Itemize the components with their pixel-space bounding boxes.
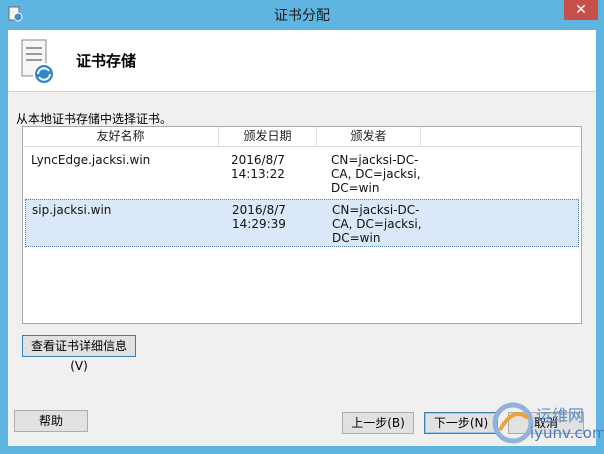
cell-issuer-line: DC=win xyxy=(331,181,380,195)
watermark-url: iyunv.com xyxy=(530,424,604,442)
dialog-window: 证书分配 ✕ 证书存储 从本地证书存储中选择证书。 友好名称 颁发日期 颁发者 xyxy=(0,0,604,454)
cell-date: 2016/8/7 xyxy=(232,203,286,217)
cell-issuer: CN=jacksi-DC- CA, DC=jacksi, DC=win xyxy=(331,153,421,195)
cell-issuer-line: CN=jacksi-DC- xyxy=(332,203,420,217)
cell-issue-date: 2016/8/7 14:29:39 xyxy=(232,203,286,231)
back-button[interactable]: 上一步(B) xyxy=(342,412,414,434)
title-bar[interactable]: 证书分配 ✕ xyxy=(0,0,604,30)
view-certificate-details-button[interactable]: 查看证书详细信息(V) xyxy=(22,335,136,373)
certificate-store-icon xyxy=(21,39,55,85)
column-header-issue-date[interactable]: 颁发日期 xyxy=(219,127,317,147)
list-header: 友好名称 颁发日期 颁发者 xyxy=(23,127,581,147)
window-title: 证书分配 xyxy=(274,8,330,24)
cell-time: 14:29:39 xyxy=(232,217,286,231)
cell-time: 14:13:22 xyxy=(231,167,285,181)
cell-issuer-line: CN=jacksi-DC- xyxy=(331,153,419,167)
table-row[interactable]: LyncEdge.jacksi.win 2016/8/7 14:13:22 CN… xyxy=(25,149,579,197)
header-title: 证书存储 xyxy=(76,52,137,70)
watermark: 运维网 iyunv.com xyxy=(490,400,604,450)
header-panel: 证书存储 xyxy=(8,30,596,92)
cell-issue-date: 2016/8/7 14:13:22 xyxy=(231,153,285,181)
cell-issuer: CN=jacksi-DC- CA, DC=jacksi, DC=win xyxy=(332,203,422,245)
cell-friendly-name: LyncEdge.jacksi.win xyxy=(31,153,151,167)
column-header-friendly-name[interactable]: 友好名称 xyxy=(23,127,219,147)
cell-friendly-name: sip.jacksi.win xyxy=(32,203,112,217)
cell-issuer-line: CA, DC=jacksi, xyxy=(331,167,421,181)
column-header-issuer[interactable]: 颁发者 xyxy=(317,127,421,147)
close-button[interactable]: ✕ xyxy=(564,0,598,20)
next-button[interactable]: 下一步(N) xyxy=(424,412,498,434)
cell-issuer-line: DC=win xyxy=(332,231,381,245)
dialog-client-area: 证书存储 从本地证书存储中选择证书。 友好名称 颁发日期 颁发者 LyncEdg… xyxy=(8,30,596,446)
instruction-text: 从本地证书存储中选择证书。 xyxy=(16,112,173,126)
help-button[interactable]: 帮助 xyxy=(14,410,88,432)
cell-issuer-line: CA, DC=jacksi, xyxy=(332,217,422,231)
certificate-list[interactable]: 友好名称 颁发日期 颁发者 LyncEdge.jacksi.win 2016/8… xyxy=(22,126,582,324)
cell-date: 2016/8/7 xyxy=(231,153,285,167)
watermark-text: 运维网 xyxy=(536,406,585,425)
table-row-selected[interactable]: sip.jacksi.win 2016/8/7 14:29:39 CN=jack… xyxy=(25,199,579,247)
